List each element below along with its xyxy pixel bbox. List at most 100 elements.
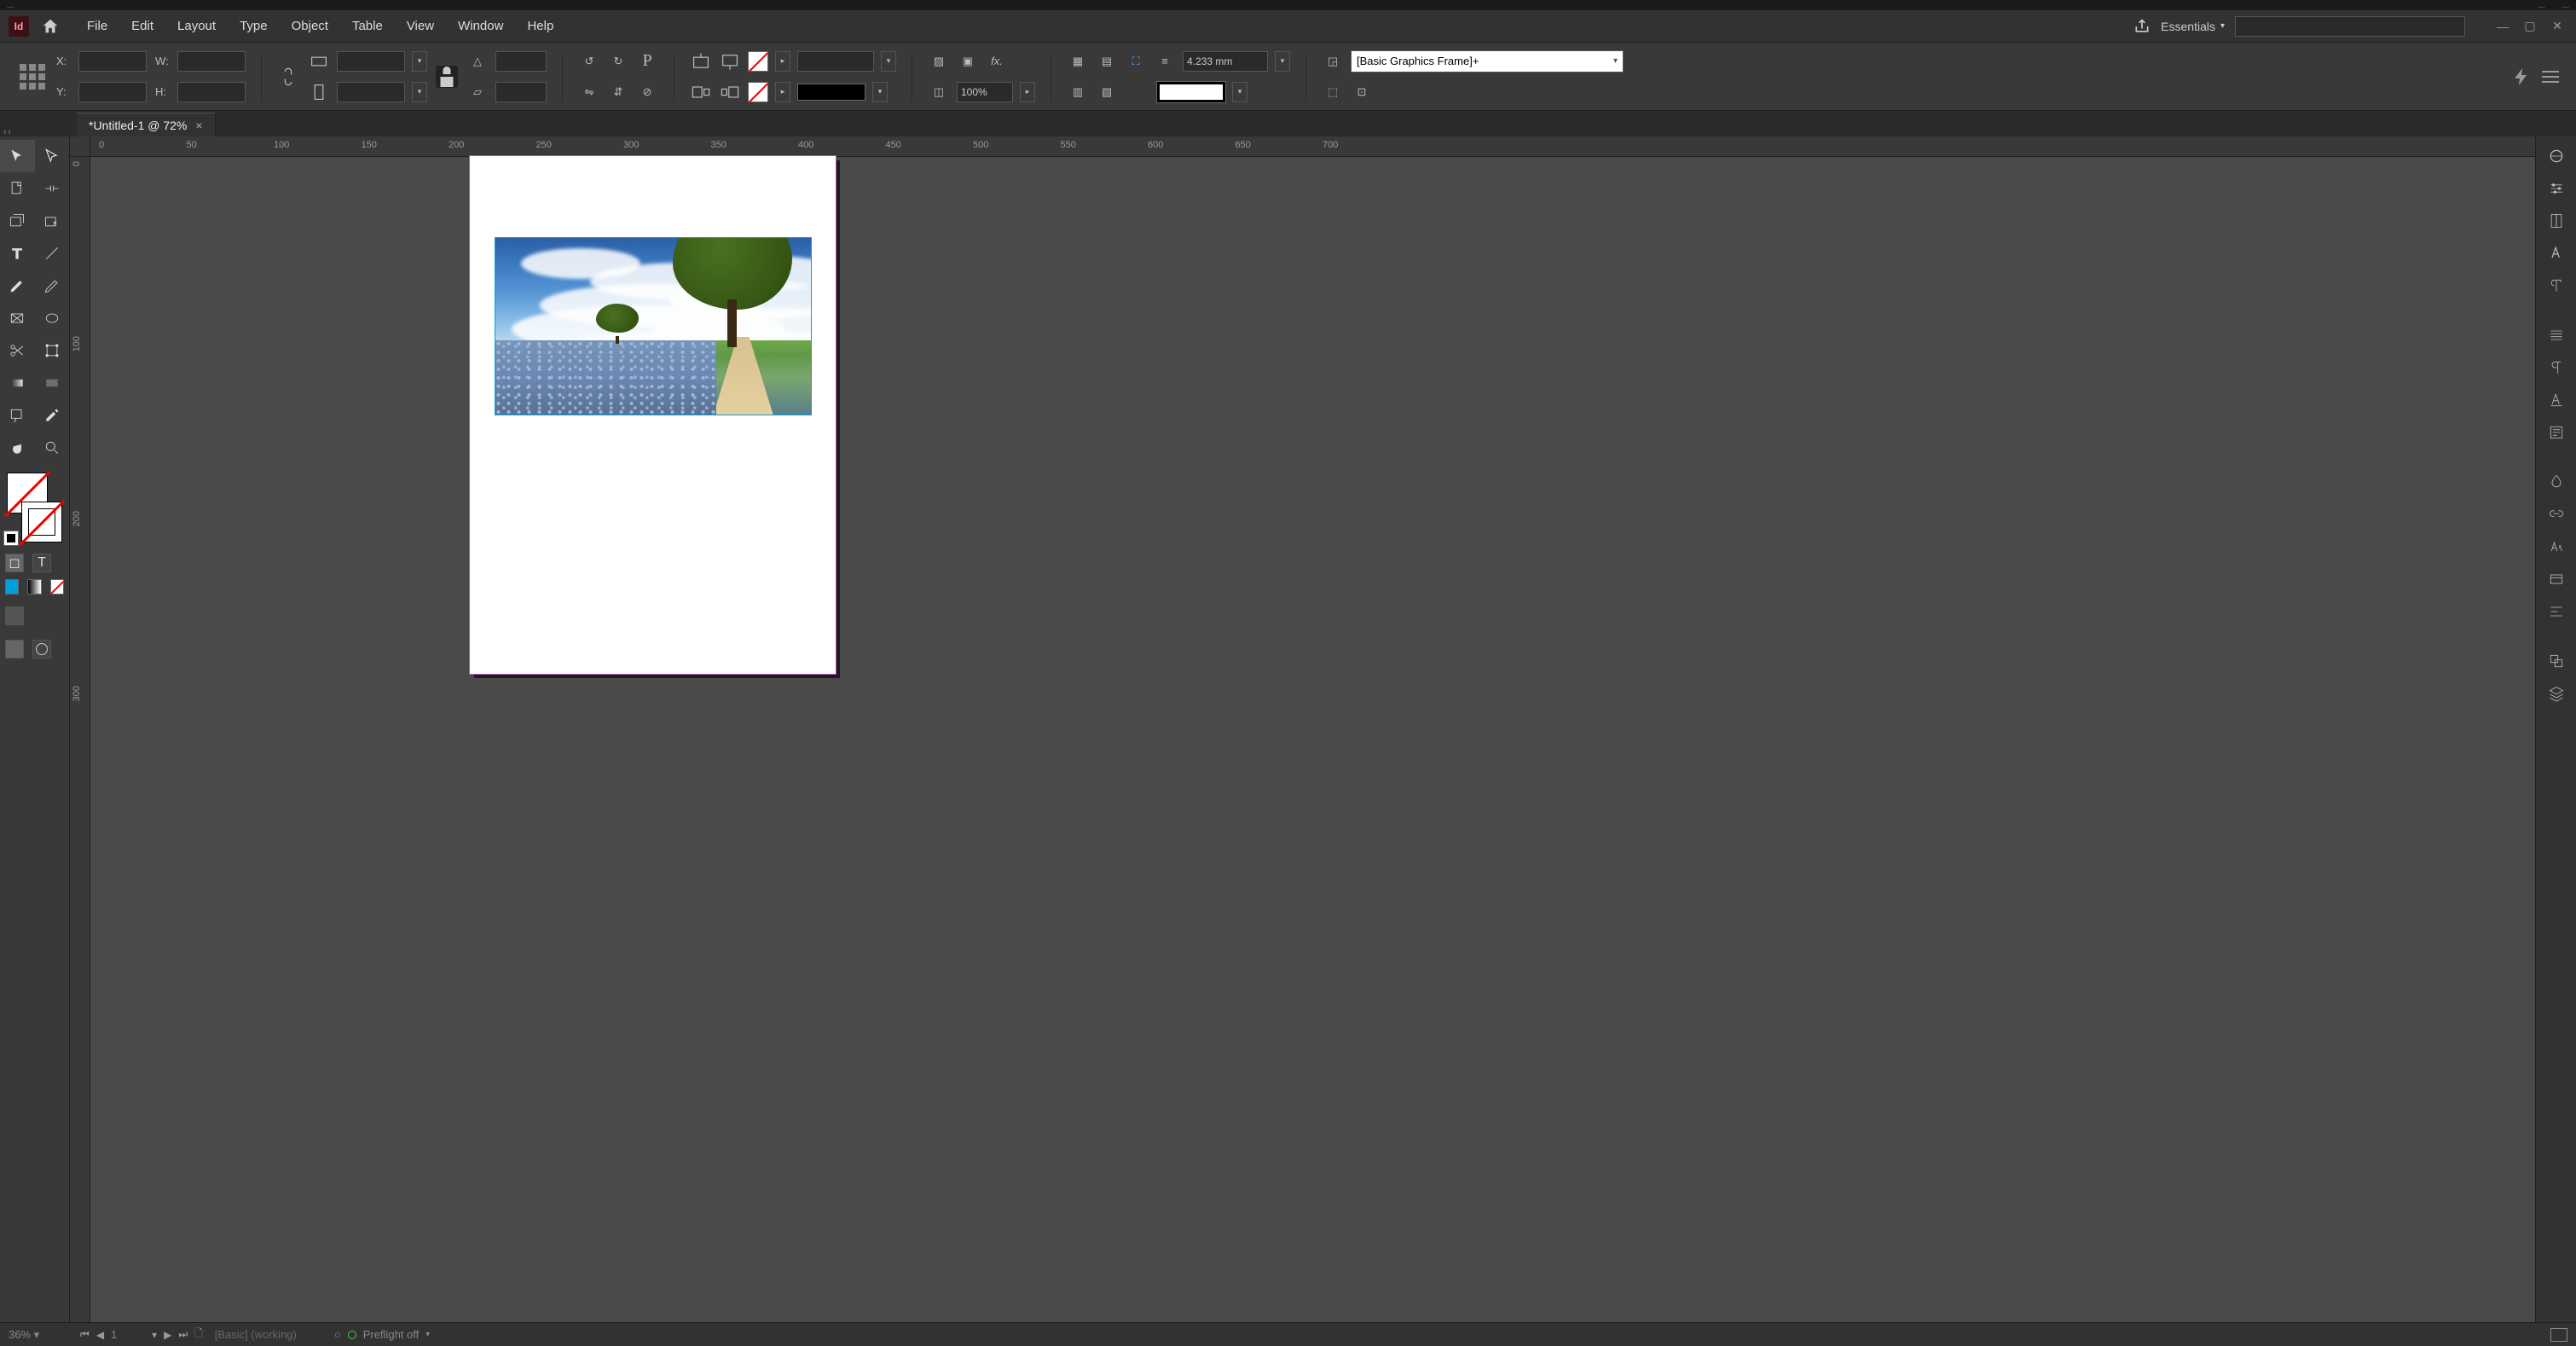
opacity-dropdown[interactable]: ▸ — [1020, 82, 1035, 102]
flip-h-icon[interactable]: ⇋ — [578, 81, 600, 103]
scale-x-input[interactable] — [337, 51, 405, 72]
frame-fitting-icon1[interactable]: ⬚ — [1322, 81, 1344, 103]
stroke-style-preview[interactable] — [797, 84, 865, 101]
menu-edit[interactable]: Edit — [119, 10, 165, 43]
screen-mode-icon[interactable] — [2550, 1328, 2567, 1342]
stroke-proxy[interactable] — [21, 502, 62, 542]
text-wrap-bound-icon[interactable]: ▤ — [1096, 50, 1118, 73]
character-icon[interactable] — [2541, 239, 2572, 268]
hand-tool[interactable] — [0, 432, 35, 464]
fill-tint-dropdown[interactable]: ▾ — [881, 51, 896, 72]
color-icon[interactable] — [2541, 467, 2572, 496]
minimize-button[interactable]: — — [2492, 19, 2513, 34]
page-tool[interactable] — [0, 172, 35, 205]
w-input[interactable] — [177, 51, 246, 72]
pages-icon[interactable] — [2541, 206, 2572, 235]
gap-tool[interactable] — [35, 172, 70, 205]
reference-point-grid[interactable] — [17, 61, 48, 92]
prev-page-icon[interactable]: ◀ — [96, 1329, 104, 1341]
default-fill-stroke-icon[interactable] — [3, 531, 19, 546]
vertical-ruler[interactable]: 0100200300 — [70, 157, 90, 1322]
normal-mode-icon[interactable] — [5, 640, 24, 658]
character-styles-icon[interactable] — [2541, 532, 2572, 561]
search-input[interactable] — [2235, 16, 2465, 37]
object-style-select[interactable]: [Basic Graphics Frame]+ ▾ — [1351, 50, 1624, 73]
constrain-scale-icon[interactable] — [436, 66, 458, 88]
placed-image-frame[interactable] — [495, 237, 812, 415]
pencil-tool[interactable] — [35, 270, 70, 302]
rotate-cw-icon[interactable]: ↻ — [607, 50, 629, 73]
open-pages-icon[interactable]: 🗋 — [194, 1326, 203, 1343]
fill-stroke-proxy[interactable] — [3, 469, 66, 546]
gradient-swatch-tool[interactable] — [0, 367, 35, 399]
page-dropdown-icon[interactable]: ▾ — [152, 1329, 157, 1341]
ellipse-tool[interactable] — [35, 302, 70, 334]
apply-color-icon[interactable] — [5, 579, 19, 595]
rotate-ccw-icon[interactable]: ↺ — [578, 50, 600, 73]
fill-swatch[interactable] — [748, 51, 768, 72]
zoom-tool[interactable] — [35, 432, 70, 464]
menu-file[interactable]: File — [75, 10, 119, 43]
align-icon[interactable] — [2541, 597, 2572, 626]
view-options-icon[interactable] — [5, 606, 24, 625]
stroke-color-swatch[interactable] — [1157, 82, 1225, 102]
preview-mode-icon[interactable] — [32, 640, 51, 658]
content-collector-tool[interactable] — [0, 205, 35, 237]
document-tab[interactable]: *Untitled-1 @ 72% × — [77, 113, 216, 136]
rectangle-frame-tool[interactable] — [0, 302, 35, 334]
scale-x-dropdown[interactable]: ▾ — [412, 51, 427, 72]
paragraph-icon[interactable] — [2541, 353, 2572, 382]
preflight-status[interactable]: ○ Preflight off ▾ — [334, 1328, 430, 1341]
preflight-preset[interactable]: [Basic] (working) — [215, 1328, 297, 1341]
formatting-text-icon[interactable]: T — [32, 554, 51, 572]
story-icon[interactable] — [2541, 418, 2572, 447]
select-next-icon[interactable] — [719, 81, 741, 103]
clear-transform-icon[interactable]: ⊘ — [636, 81, 658, 103]
page-number-field[interactable]: 1 — [111, 1328, 145, 1341]
stroke-style-dropdown[interactable]: ▾ — [872, 82, 888, 102]
drop-shadow-icon[interactable]: ▨ — [928, 50, 950, 73]
pen-tool[interactable] — [0, 270, 35, 302]
apply-gradient-icon[interactable] — [27, 579, 41, 595]
menu-type[interactable]: Type — [228, 10, 280, 43]
corner-options-icon[interactable]: ◲ — [1322, 50, 1344, 73]
glyphs-icon[interactable] — [2541, 386, 2572, 415]
note-tool[interactable] — [0, 399, 35, 432]
fx-icon[interactable]: fx. — [986, 50, 1008, 73]
menu-layout[interactable]: Layout — [165, 10, 228, 43]
close-tab-icon[interactable]: × — [195, 119, 202, 132]
text-wrap-none-icon[interactable]: ▦ — [1067, 50, 1089, 73]
content-placer-tool[interactable] — [35, 205, 70, 237]
workspace-switcher[interactable]: Essentials ▾ — [2161, 20, 2225, 33]
gradient-feather-tool[interactable] — [35, 367, 70, 399]
paragraph-styles-icon[interactable] — [2541, 271, 2572, 300]
canvas[interactable]: 0501001502002503003504004505005506006507… — [70, 136, 2535, 1322]
maximize-button[interactable]: ▢ — [2520, 19, 2540, 34]
select-prev-icon[interactable] — [690, 81, 712, 103]
type-tool[interactable] — [0, 237, 35, 270]
last-page-icon[interactable]: ⏭ — [178, 1328, 188, 1341]
layers-icon[interactable] — [2541, 679, 2572, 708]
expand-panels-icon[interactable]: ‹‹ — [3, 127, 29, 136]
stroke-color-dropdown[interactable]: ▾ — [1232, 82, 1247, 102]
scale-y-input[interactable] — [337, 82, 405, 102]
constrain-icon[interactable] — [277, 66, 299, 88]
opacity-input[interactable] — [957, 82, 1013, 102]
apply-none-icon[interactable] — [50, 579, 64, 595]
stroke-swatch[interactable] — [748, 82, 768, 102]
menu-help[interactable]: Help — [515, 10, 565, 43]
next-page-icon[interactable]: ▶ — [164, 1329, 171, 1341]
select-content-icon[interactable] — [719, 50, 741, 73]
flip-v-icon[interactable]: ⇵ — [607, 81, 629, 103]
y-input[interactable] — [78, 82, 147, 102]
fill-tint-input[interactable] — [797, 51, 874, 72]
share-icon[interactable] — [2133, 18, 2151, 35]
select-container-icon[interactable] — [690, 50, 712, 73]
formatting-container-icon[interactable]: ◻ — [5, 554, 24, 572]
paragraph-char-icon[interactable]: P — [636, 50, 658, 73]
cc-libraries-icon[interactable] — [2541, 142, 2572, 171]
auto-fit-icon[interactable]: ⛶ — [1125, 50, 1147, 73]
menu-view[interactable]: View — [395, 10, 446, 43]
h-input[interactable] — [177, 82, 246, 102]
shear-input[interactable] — [495, 82, 547, 102]
